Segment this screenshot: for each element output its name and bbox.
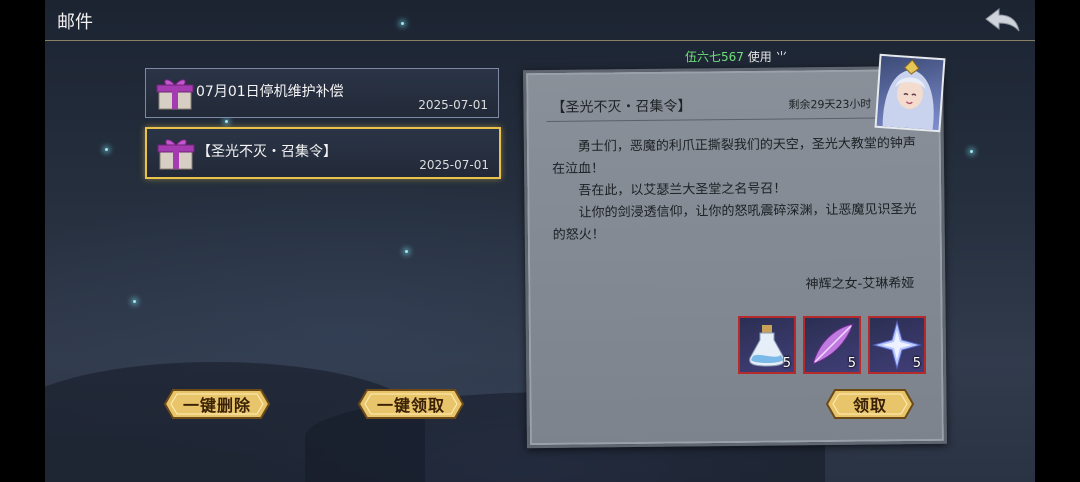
announcement-marquee: 伍六七567 使用 ⺌ [685, 48, 788, 65]
delete-all-button[interactable]: 一键删除 [163, 388, 271, 420]
letter-title: 【圣光不灭・召集令】 [551, 98, 692, 116]
left-letterbox [0, 0, 45, 482]
mail-date: 2025-07-01 [419, 158, 489, 172]
star-sparkle [405, 250, 408, 253]
star-sparkle [225, 120, 228, 123]
letter-body: 勇士们，恶魔的利爪正撕裂我们的天空，圣光大教堂的钟声在泣血！ 吾在此，以艾瑟兰大… [552, 133, 919, 247]
top-bar: 邮件 [45, 0, 1035, 41]
marquee-text: 使用 ⺌ [747, 50, 788, 64]
delete-all-label: 一键删除 [182, 396, 251, 415]
reward-count: 5 [847, 356, 856, 371]
back-arrow-icon[interactable] [983, 6, 1023, 34]
right-letterbox [1035, 0, 1080, 482]
crystal-star-icon[interactable]: 5 [868, 316, 926, 374]
remaining-time: 剩余29天23小时 [788, 97, 872, 112]
mail-item-selected[interactable]: 【圣光不灭・召集令】 2025-07-01 [145, 127, 501, 179]
star-sparkle [970, 150, 973, 153]
letter-divider [546, 117, 921, 122]
letter-paragraph: 让你的剑浸透信仰，让你的怒吼震碎深渊，让恶魔见识圣光的怒火！ [552, 202, 917, 243]
claim-all-button[interactable]: 一键领取 [357, 388, 465, 420]
letter-signature: 神辉之女-艾琳希娅 [805, 276, 915, 293]
gift-box-icon [156, 77, 194, 111]
feather-icon[interactable]: 5 [803, 316, 861, 374]
reward-count: 5 [912, 356, 921, 371]
claim-label: 领取 [852, 396, 887, 415]
sender-avatar [874, 53, 946, 133]
star-sparkle [105, 148, 108, 151]
mail-screen: 邮件 伍六七567 使用 ⺌ 07月01日停机维护补偿 2025-07-01 【… [45, 0, 1035, 482]
gift-box-icon [157, 137, 195, 171]
star-sparkle [133, 300, 136, 303]
claim-button[interactable]: 领取 [825, 388, 915, 420]
claim-all-label: 一键领取 [376, 396, 445, 415]
mail-item[interactable]: 07月01日停机维护补偿 2025-07-01 [145, 68, 499, 118]
mail-date: 2025-07-01 [418, 98, 488, 112]
page-title: 邮件 [57, 12, 93, 33]
player-name: 伍六七567 [685, 50, 744, 64]
potion-icon[interactable]: 5 [738, 316, 796, 374]
mail-title: 【圣光不灭・召集令】 [197, 144, 337, 160]
mail-title: 07月01日停机维护补偿 [196, 84, 344, 100]
reward-count: 5 [782, 356, 791, 371]
letter-paragraph: 勇士们，恶魔的利爪正撕裂我们的天空，圣光大教堂的钟声在泣血！ [551, 136, 916, 177]
